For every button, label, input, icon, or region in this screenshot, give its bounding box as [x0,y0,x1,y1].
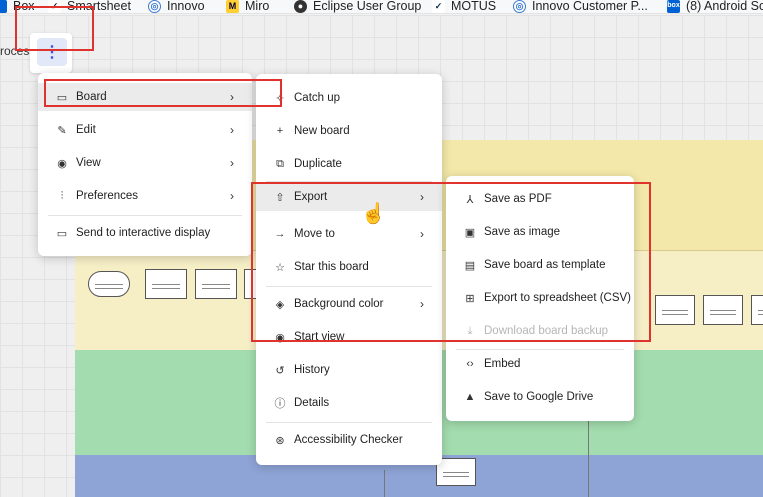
hand-cursor-icon: ☝ [361,203,386,225]
bookmark-innovo[interactable]: ◎ Innovo [148,0,205,13]
menu-divider [48,215,242,216]
bookmarks-bar: Box ✓ Smartsheet ◎ Innovo M Miro ● Eclip… [0,0,763,14]
menu-item-edit[interactable]: ✎ Edit › [38,116,252,144]
globe-icon: ◎ [148,0,161,13]
chevron-right-icon: › [230,189,234,203]
code-icon: ‹› [466,358,474,370]
flow-start-shape[interactable] [88,271,130,297]
menu-item-send-to-display[interactable]: ▭ Send to interactive display [38,219,252,247]
menu-item-view[interactable]: ◉ View › [38,149,252,177]
duplicate-icon: ⧉ [276,157,284,170]
flow-shape[interactable] [703,295,743,325]
google-drive-icon: ▲ [464,391,476,403]
miro-icon: M [226,0,239,13]
bookmark-eclipse-user-group[interactable]: ● Eclipse User Group [294,0,421,13]
globe-icon: ◎ [513,0,526,13]
bookmark-innovo-customer[interactable]: ◎ Innovo Customer P... [513,0,648,13]
pen-icon: ✎ [57,124,67,137]
box-icon: box [667,0,680,13]
github-icon: ● [294,0,307,13]
eye-icon: ◉ [57,157,67,170]
bookmark-miro[interactable]: M Miro [226,0,269,13]
flow-shape[interactable] [655,295,695,325]
menu-item-duplicate[interactable]: ⧉ Duplicate [256,150,442,178]
flow-shape[interactable] [751,295,763,325]
bookmark-android[interactable]: box (8) Android So [667,0,763,13]
plus-icon: + [276,125,284,137]
box-icon [0,0,7,13]
connector-line [384,470,385,497]
annotation-box-export [251,182,651,342]
menu-item-details[interactable]: ⓘ Details [256,389,442,417]
history-icon: ↺ [275,364,285,377]
menu-item-save-to-google-drive[interactable]: ▲ Save to Google Drive [446,383,634,411]
flow-shape[interactable] [195,269,237,299]
menu-item-embed[interactable]: ‹› Embed [446,350,634,378]
menu-item-accessibility-checker[interactable]: ⊛ Accessibility Checker [256,426,442,454]
sliders-icon: ⫶ [60,189,64,202]
motus-icon: ✓ [432,0,445,13]
menu-item-history[interactable]: ↺ History [256,356,442,384]
info-icon: ⓘ [274,398,286,410]
annotation-box-board [44,79,282,107]
flow-shape[interactable] [436,458,476,486]
connector-line [588,420,589,497]
annotation-box-kebab [15,6,94,51]
menu-item-preferences[interactable]: ⫶ Preferences › [38,182,252,210]
display-icon: ▭ [56,227,68,240]
flow-shape[interactable] [145,269,187,299]
accessibility-icon: ⊛ [275,434,285,447]
bookmark-motus[interactable]: ✓ MOTUS [432,0,496,13]
chevron-right-icon: › [230,156,234,170]
menu-item-new-board[interactable]: + New board [256,117,442,145]
chevron-right-icon: › [230,123,234,137]
menu-item-catch-up[interactable]: ✧ Catch up [256,84,442,112]
menu-divider [266,422,432,423]
